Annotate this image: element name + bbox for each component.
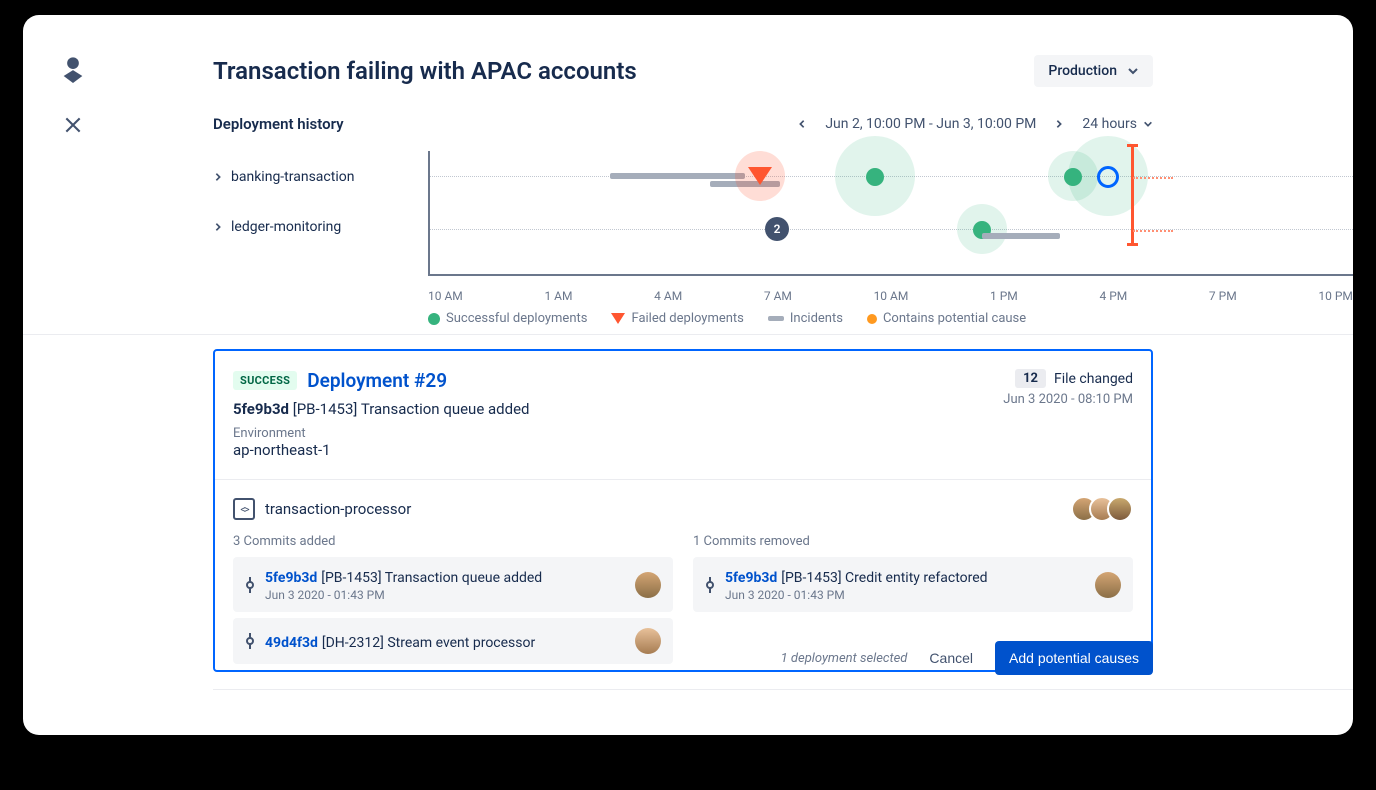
legend-success-icon <box>428 313 440 325</box>
deployment-card[interactable]: SUCCESS Deployment #29 5fe9b3d [PB-1453]… <box>213 349 1153 672</box>
footer-actions: 1 deployment selected Cancel Add potenti… <box>213 641 1353 675</box>
chevron-right-icon[interactable] <box>1054 119 1064 129</box>
chevron-down-icon <box>1127 65 1139 77</box>
file-count-badge: 12 <box>1015 369 1046 388</box>
environment-label: Production <box>1048 63 1117 79</box>
service-name: banking-transaction <box>231 169 354 185</box>
chevron-left-icon[interactable] <box>797 119 807 129</box>
ticket-ref: [PB-1453] <box>293 400 358 418</box>
selection-count: 1 deployment selected <box>781 651 908 666</box>
tick: 10 AM <box>428 289 463 303</box>
commit-message: Credit entity refactored <box>845 570 988 586</box>
tick: 4 AM <box>654 289 682 303</box>
deployment-title: Deployment #29 <box>307 369 447 392</box>
legend-cause-icon <box>867 314 877 324</box>
incident-bar <box>982 233 1060 239</box>
close-icon[interactable] <box>63 115 83 139</box>
timeline-chart: banking-transaction ledger-monitoring <box>213 151 1353 311</box>
x-axis-ticks: 10 AM 1 AM 4 AM 7 AM 10 AM 1 PM 4 PM 7 P… <box>428 289 1353 303</box>
commit-item[interactable]: 5fe9b3d [PB-1453] Credit entity refactor… <box>693 557 1133 612</box>
commit-message: Transaction queue added <box>361 400 530 418</box>
commit-hash: 5fe9b3d <box>265 570 317 586</box>
commit-icon <box>705 577 715 593</box>
avatar <box>1095 572 1121 598</box>
deployment-timestamp: Jun 3 2020 - 08:10 PM <box>1003 392 1133 407</box>
commits-removed-label: 1 Commits removed <box>693 534 1133 549</box>
chevron-right-icon <box>213 172 223 182</box>
tick: 1 PM <box>990 289 1018 303</box>
tick: 7 PM <box>1209 289 1237 303</box>
chart-legend: Successful deployments Failed deployment… <box>428 311 1353 326</box>
date-range: Jun 2, 10:00 PM - Jun 3, 10:00 PM <box>825 116 1036 132</box>
commits-added-label: 3 Commits added <box>233 534 673 549</box>
status-badge: SUCCESS <box>233 371 297 390</box>
avatar <box>1107 496 1133 522</box>
service-labels: banking-transaction ledger-monitoring <box>213 169 354 235</box>
chevron-down-icon <box>1143 119 1153 129</box>
file-changed-label: File changed <box>1054 371 1133 387</box>
tick: 4 PM <box>1099 289 1127 303</box>
commit-summary: 5fe9b3d [PB-1453] Transaction queue adde… <box>233 400 530 418</box>
legend-label: Successful deployments <box>446 311 587 326</box>
left-sidebar <box>23 15 123 735</box>
selected-deployment-ring[interactable] <box>1097 166 1119 188</box>
commit-icon <box>245 577 255 593</box>
legend-label: Incidents <box>790 311 843 326</box>
tick: 7 AM <box>764 289 792 303</box>
page-title: Transaction failing with APAC accounts <box>213 57 637 85</box>
deployment-history-label: Deployment history <box>213 115 344 133</box>
tick: 1 AM <box>544 289 572 303</box>
service-row-ledger[interactable]: ledger-monitoring <box>213 219 354 235</box>
commit-item[interactable]: 5fe9b3d [PB-1453] Transaction queue adde… <box>233 557 673 612</box>
main-content: Transaction failing with APAC accounts P… <box>213 55 1353 735</box>
incident-bar <box>610 173 745 179</box>
repo-name: transaction-processor <box>265 500 411 518</box>
commit-timestamp: Jun 3 2020 - 01:43 PM <box>725 588 1085 602</box>
legend-label: Failed deployments <box>631 311 743 326</box>
ticket-ref: [PB-1453] <box>321 570 381 586</box>
environment-field-label: Environment <box>233 426 530 441</box>
timeline-plot: 2 <box>428 151 1353 276</box>
legend-incident-icon <box>768 316 784 321</box>
legend-failed-icon <box>611 313 625 324</box>
header: Transaction failing with APAC accounts P… <box>213 55 1353 87</box>
ticket-ref: [PB-1453] <box>781 570 841 586</box>
subheader: Deployment history Jun 2, 10:00 PM - Jun… <box>213 115 1353 133</box>
service-row-banking[interactable]: banking-transaction <box>213 169 354 185</box>
environment-select[interactable]: Production <box>1034 55 1153 87</box>
service-name: ledger-monitoring <box>231 219 341 235</box>
marker-extension <box>1133 230 1173 232</box>
duration-label: 24 hours <box>1082 116 1137 132</box>
cluster-badge[interactable]: 2 <box>765 217 789 241</box>
tick: 10 AM <box>874 289 909 303</box>
file-changed: 12 File changed <box>1015 369 1133 388</box>
success-deployment-icon[interactable] <box>866 168 884 186</box>
modal-window: Transaction failing with APAC accounts P… <box>23 15 1353 735</box>
commit-message: Transaction queue added <box>385 570 542 586</box>
legend-label: Contains potential cause <box>883 311 1026 326</box>
user-icon[interactable] <box>59 55 87 87</box>
date-controls: Jun 2, 10:00 PM - Jun 3, 10:00 PM 24 hou… <box>797 116 1153 132</box>
commit-hash: 5fe9b3d <box>725 570 777 586</box>
environment-value: ap-northeast-1 <box>233 441 530 459</box>
chevron-right-icon <box>213 222 223 232</box>
marker-extension <box>1133 177 1173 179</box>
add-causes-button[interactable]: Add potential causes <box>995 641 1153 675</box>
duration-select[interactable]: 24 hours <box>1082 116 1153 132</box>
failed-deployment-icon[interactable] <box>748 167 772 185</box>
repo-icon: <> <box>233 498 255 520</box>
contributor-avatars <box>1079 496 1133 522</box>
cancel-button[interactable]: Cancel <box>929 650 973 666</box>
avatar <box>635 572 661 598</box>
tick: 10 PM <box>1318 289 1353 303</box>
commit-hash: 5fe9b3d <box>233 400 289 418</box>
commit-timestamp: Jun 3 2020 - 01:43 PM <box>265 588 625 602</box>
